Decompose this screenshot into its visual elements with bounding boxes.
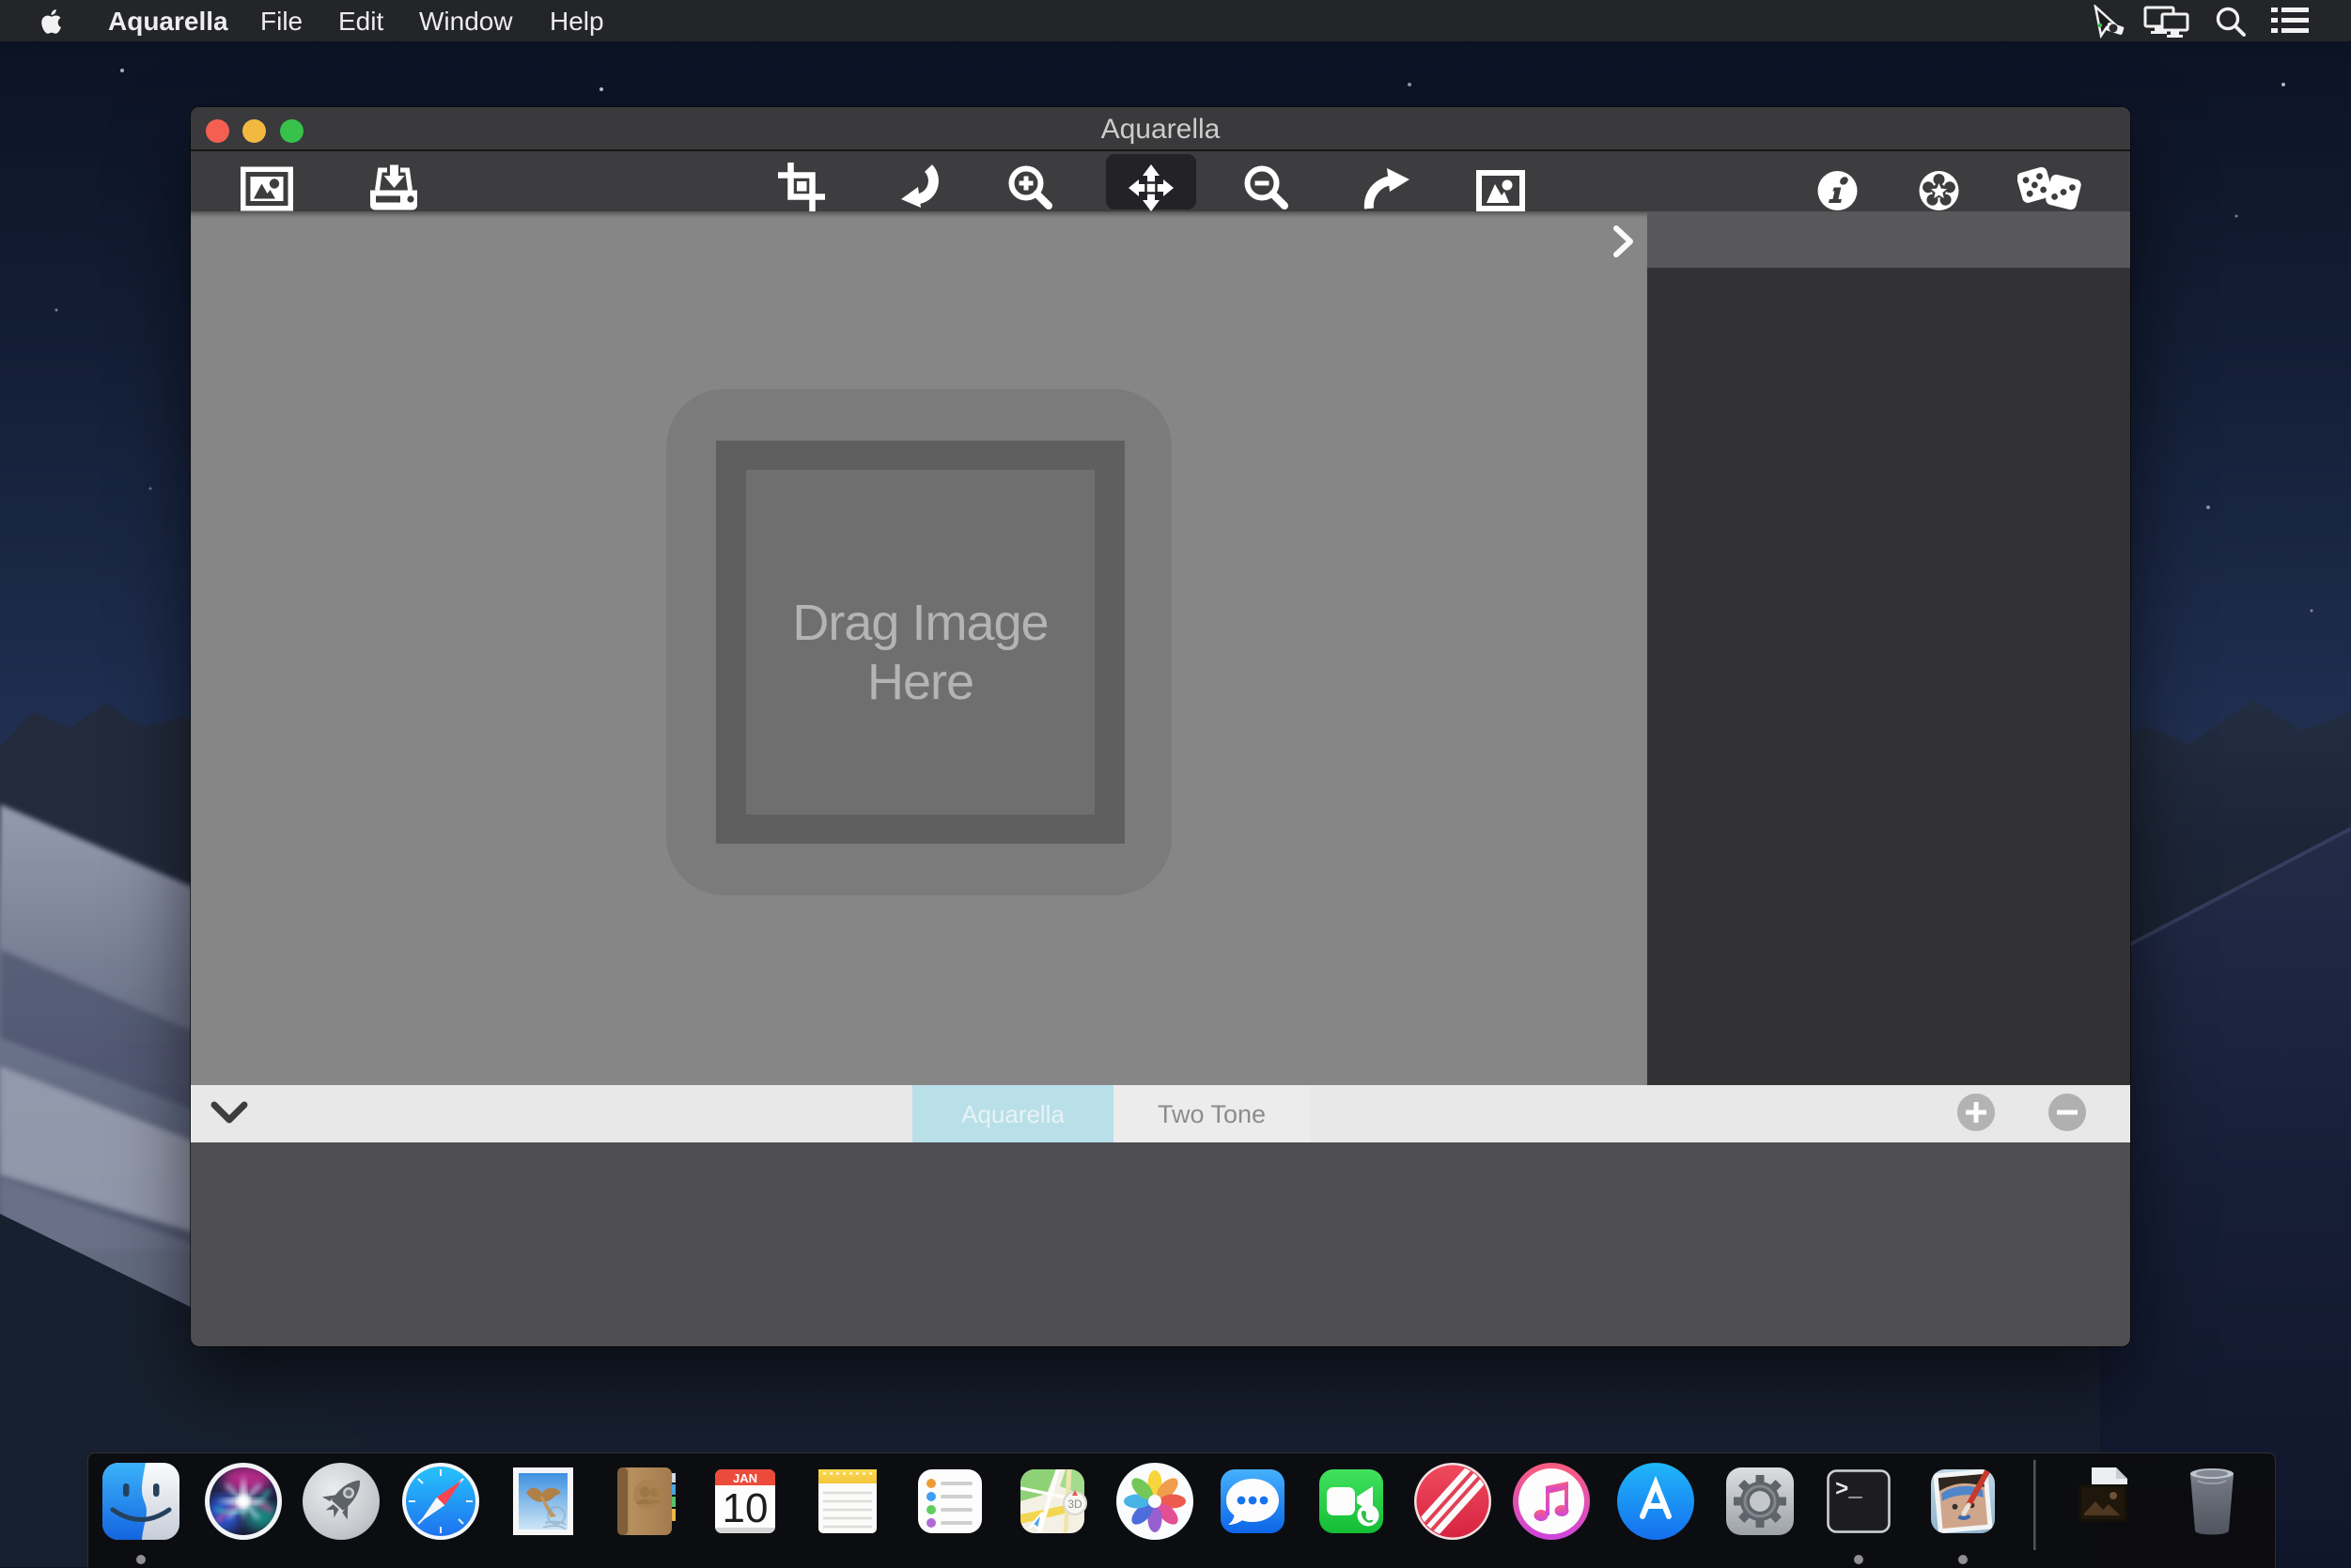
svg-text:3D: 3D [1067,1498,1082,1511]
svg-text:>_: >_ [1835,1478,1862,1503]
svg-text:10: 10 [723,1485,769,1531]
svg-text:JAN: JAN [733,1471,757,1485]
